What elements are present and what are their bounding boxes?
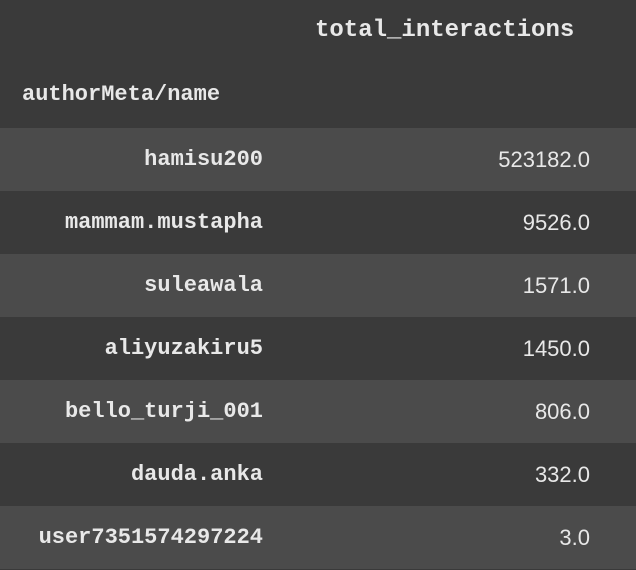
table-row: bello_turji_001 806.0: [0, 380, 636, 443]
row-value: 523182.0: [285, 147, 636, 173]
row-value: 806.0: [285, 399, 636, 425]
row-name: mammam.mustapha: [0, 210, 285, 235]
row-name: user7351574297224: [0, 525, 285, 550]
table-row: mammam.mustapha 9526.0: [0, 191, 636, 254]
row-name: hamisu200: [0, 147, 285, 172]
row-value: 1571.0: [285, 273, 636, 299]
column-header-value: total_interactions: [285, 17, 636, 44]
row-value: 332.0: [285, 462, 636, 488]
row-name: bello_turji_001: [0, 399, 285, 424]
table-row: dauda.anka 332.0: [0, 443, 636, 506]
column-header-row: total_interactions: [0, 0, 636, 60]
row-name: suleawala: [0, 273, 285, 298]
table-row: hamisu200 523182.0: [0, 128, 636, 191]
table-row: suleawala 1571.0: [0, 254, 636, 317]
index-label: authorMeta/name: [0, 82, 285, 107]
index-label-row: authorMeta/name: [0, 60, 636, 128]
row-name: dauda.anka: [0, 462, 285, 487]
row-name: aliyuzakiru5: [0, 336, 285, 361]
table-row: aliyuzakiru5 1450.0: [0, 317, 636, 380]
row-value: 9526.0: [285, 210, 636, 236]
row-value: 1450.0: [285, 336, 636, 362]
data-table: total_interactions authorMeta/name hamis…: [0, 0, 636, 569]
row-value: 3.0: [285, 525, 636, 551]
table-row: user7351574297224 3.0: [0, 506, 636, 569]
